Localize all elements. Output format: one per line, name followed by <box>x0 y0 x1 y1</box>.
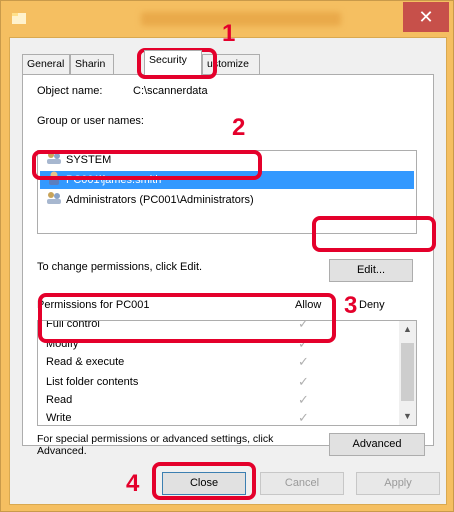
permission-row: Modify ✓ <box>46 335 396 353</box>
list-item-system[interactable]: SYSTEM <box>40 151 414 169</box>
close-window-button[interactable]: ✕ <box>403 2 449 32</box>
permission-row: Write ✓ <box>46 409 396 425</box>
group-user-list[interactable]: SYSTEM PC001\james.smith Administrators … <box>37 150 417 234</box>
object-name-label: Object name: <box>37 85 103 97</box>
allow-check-icon: ✓ <box>298 336 309 351</box>
user-icon <box>49 171 59 185</box>
allow-check-icon: ✓ <box>298 374 309 389</box>
tab-general[interactable]: General <box>22 54 70 74</box>
permissions-list[interactable]: Full control ✓ Modify ✓ Read & execute ✓ Li… <box>37 320 417 426</box>
scroll-thumb[interactable] <box>401 343 414 401</box>
edit-button[interactable]: Edit... <box>329 259 413 282</box>
list-item-label: SYSTEM <box>66 154 112 166</box>
list-item-label: PC001\james.smith <box>66 174 162 186</box>
allow-header: Allow <box>295 299 322 311</box>
close-button[interactable]: Close <box>162 472 246 495</box>
window-title <box>141 12 341 26</box>
users-icon <box>47 152 61 164</box>
folder-icon <box>12 13 26 24</box>
permission-row: Read & execute ✓ <box>46 353 396 371</box>
callout-number: 1 <box>222 20 236 47</box>
tab-security[interactable]: Security <box>144 50 202 75</box>
list-item-james-smith[interactable]: PC001\james.smith <box>40 171 414 189</box>
dialog-body: General Sharin Security ustomize Object … <box>9 37 447 505</box>
tab-sharing[interactable]: Sharin <box>70 54 114 74</box>
allow-check-icon: ✓ <box>298 320 309 331</box>
permission-label: Read <box>46 394 73 406</box>
properties-dialog: ✕ General Sharin Security ustomize Objec… <box>0 0 454 512</box>
allow-check-icon: ✓ <box>298 410 309 425</box>
apply-button[interactable]: Apply <box>356 472 440 495</box>
permission-row: Full control ✓ <box>46 320 396 333</box>
group-names-label: Group or user names: <box>37 115 144 127</box>
list-item-administrators[interactable]: Administrators (PC001\Administrators) <box>40 191 414 209</box>
list-item-label: Administrators (PC001\Administrators) <box>66 194 254 206</box>
permission-label: Full control <box>46 320 100 330</box>
chevron-down-icon[interactable]: ▼ <box>399 408 416 425</box>
permission-label: List folder contents <box>46 376 139 388</box>
callout-number: 3 <box>344 292 358 319</box>
chevron-up-icon[interactable]: ▲ <box>399 321 416 338</box>
callout-number: 2 <box>232 114 246 141</box>
permission-row: List folder contents ✓ <box>46 373 396 391</box>
allow-check-icon: ✓ <box>298 392 309 407</box>
callout-number: 4 <box>126 470 140 497</box>
security-panel: Object name: C:\scannerdata Group or use… <box>22 74 434 457</box>
permission-label: Read & execute <box>46 356 125 368</box>
change-permissions-text: To change permissions, click Edit. <box>37 261 203 273</box>
permissions-scrollbar[interactable]: ▲ ▼ <box>399 321 416 425</box>
cancel-button[interactable]: Cancel <box>260 472 344 495</box>
special-permissions-text: For special permissions or advanced sett… <box>37 433 274 457</box>
permissions-header: Permissions for PC001 <box>37 299 150 311</box>
permission-label: Modify <box>46 338 79 350</box>
deny-header: Deny <box>359 299 385 311</box>
tab-customize[interactable]: ustomize <box>202 54 260 74</box>
allow-check-icon: ✓ <box>298 354 309 369</box>
permission-row: Read ✓ <box>46 391 396 409</box>
object-name-value: C:\scannerdata <box>133 85 208 97</box>
users-icon <box>47 192 61 204</box>
permission-label: Write <box>46 412 72 424</box>
advanced-button[interactable]: Advanced <box>329 433 425 456</box>
